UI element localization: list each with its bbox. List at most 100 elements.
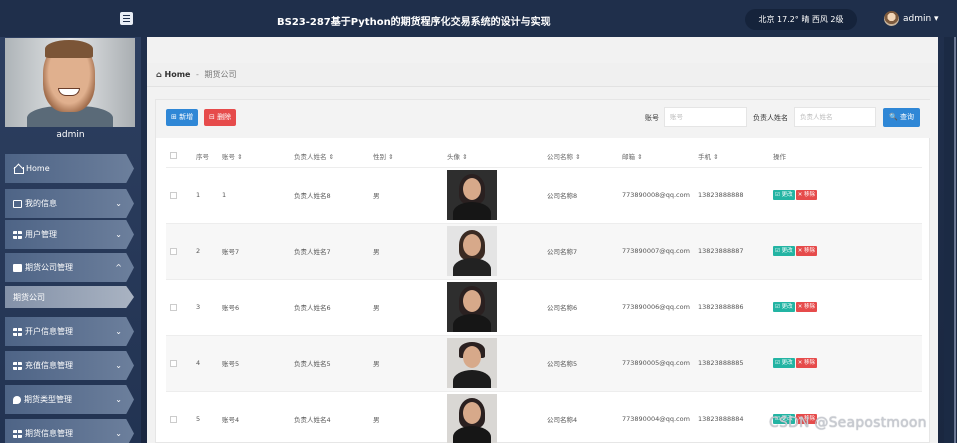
sidebar-subitem-futures-company[interactable]: 期货公司: [5, 286, 134, 308]
sidebar-item-home[interactable]: Home: [5, 154, 134, 183]
row-checkbox[interactable]: [166, 223, 192, 280]
edit-button[interactable]: ☑ 更改: [773, 190, 795, 200]
cell-company: 公司名称6: [543, 279, 618, 336]
home-icon: [13, 164, 24, 174]
cell-email: 773890004@qq.com: [618, 391, 694, 443]
column-header[interactable]: 手机 ⇕: [694, 145, 769, 168]
column-header[interactable]: 账号 ⇕: [218, 145, 290, 168]
avatar: [447, 170, 497, 220]
cell-manager: 负责人姓名7: [290, 223, 369, 280]
breadcrumb: ⌂ Home - 期货公司: [147, 63, 938, 87]
remove-button[interactable]: ✕ 移除: [795, 302, 818, 312]
row-checkbox[interactable]: [166, 279, 192, 336]
cell-avatar: [443, 223, 543, 280]
remove-button[interactable]: ✕ 移除: [795, 190, 818, 200]
sidebar-item-futures-info[interactable]: 期货信息管理 ⌄: [5, 419, 134, 443]
cell-gender: 男: [369, 391, 443, 443]
column-header[interactable]: 头像 ⇕: [443, 145, 543, 168]
chevron-down-icon: ⌄: [115, 395, 122, 404]
scrollbar[interactable]: [944, 37, 957, 443]
sidebar: admin Home 我的信息 ⌄ 用户管理 ⌄ 期货公司管理 ^ 期货公司 开…: [0, 37, 141, 443]
menu-toggle-icon[interactable]: [120, 12, 133, 25]
table-row: 4 账号5 负责人姓名5 男 公司名称5 773890005@qq.com 13…: [166, 335, 922, 392]
edit-button[interactable]: ☑ 更改: [773, 246, 795, 256]
delete-button[interactable]: ⊟ 删除: [204, 109, 237, 126]
table-row: 3 账号6 负责人姓名6 男 公司名称6 773890006@qq.com 13…: [166, 279, 922, 336]
app-title: BS23-287基于Python的期货程序化交易系统的设计与实现: [277, 17, 551, 28]
chevron-down-icon: ⌄: [115, 230, 122, 239]
cell-phone: 13823888884: [694, 391, 769, 443]
manager-search-input[interactable]: 负责人姓名: [794, 107, 876, 127]
sidebar-item-my-info[interactable]: 我的信息 ⌄: [5, 189, 134, 218]
cell-avatar: [443, 167, 543, 224]
sidebar-item-recharge[interactable]: 充值信息管理 ⌄: [5, 351, 134, 380]
edit-button[interactable]: ☑ 更改: [773, 358, 795, 368]
cell-company: 公司名称4: [543, 391, 618, 443]
cell-phone: 13823888886: [694, 279, 769, 336]
row-checkbox[interactable]: [166, 391, 192, 443]
cell-actions: ☑ 更改 ✕ 移除: [769, 279, 922, 336]
remove-button[interactable]: ✕ 移除: [795, 246, 818, 256]
grid-icon: [13, 327, 22, 336]
toolbar: ⊞ 新增 ⊟ 删除 账号 账号 负责人姓名 负责人姓名 🔍 查询: [156, 100, 931, 138]
cell-manager: 负责人姓名5: [290, 335, 369, 392]
cell-phone: 13823888885: [694, 335, 769, 392]
cell-no: 2: [192, 223, 218, 280]
sidebar-item-futures-company-mgmt[interactable]: 期货公司管理 ^: [5, 253, 134, 282]
select-all-checkbox[interactable]: [166, 145, 192, 168]
sidebar-item-label: 期货公司: [13, 292, 45, 302]
sidebar-item-label: 用户管理: [25, 230, 57, 239]
cell-avatar: [443, 335, 543, 392]
cell-manager: 负责人姓名8: [290, 167, 369, 224]
main-content: ⌂ Home - 期货公司 ⊞ 新增 ⊟ 删除 账号 账号 负责人姓名 负责人姓…: [147, 37, 938, 443]
cell-account: 账号4: [218, 391, 290, 443]
table-row: 1 1 负责人姓名8 男 公司名称8 773890008@qq.com 1382…: [166, 167, 922, 224]
cell-company: 公司名称8: [543, 167, 618, 224]
search-button[interactable]: 🔍 查询: [883, 108, 920, 127]
cell-manager: 负责人姓名6: [290, 279, 369, 336]
cell-email: 773890007@qq.com: [618, 223, 694, 280]
manager-label: 负责人姓名: [753, 114, 788, 122]
sidebar-item-label: 我的信息: [25, 199, 57, 208]
row-checkbox[interactable]: [166, 167, 192, 224]
table-icon: [13, 429, 22, 438]
row-checkbox[interactable]: [166, 335, 192, 392]
cell-manager: 负责人姓名4: [290, 391, 369, 443]
sidebar-item-users[interactable]: 用户管理 ⌄: [5, 220, 134, 249]
cell-account: 账号7: [218, 223, 290, 280]
chevron-down-icon: ⌄: [115, 429, 122, 438]
user-menu[interactable]: admin ▾: [884, 11, 939, 26]
breadcrumb-home[interactable]: ⌂ Home: [156, 70, 190, 79]
user-photo: [5, 38, 135, 127]
grid-icon: [13, 361, 22, 370]
add-button[interactable]: ⊞ 新增: [166, 109, 199, 126]
sidebar-item-label: Home: [26, 164, 50, 173]
data-panel: ⊞ 新增 ⊟ 删除 账号 账号 负责人姓名 负责人姓名 🔍 查询 序号 账号 ⇕…: [155, 99, 931, 443]
column-header[interactable]: 负责人姓名 ⇕: [290, 145, 369, 168]
sidebar-item-label: 开户信息管理: [25, 327, 73, 336]
remove-button[interactable]: ✕ 移除: [795, 358, 818, 368]
column-header: 序号: [192, 145, 218, 168]
column-header[interactable]: 性别 ⇕: [369, 145, 443, 168]
sidebar-item-account-opening[interactable]: 开户信息管理 ⌄: [5, 317, 134, 346]
table-row: 2 账号7 负责人姓名7 男 公司名称7 773890007@qq.com 13…: [166, 223, 922, 280]
account-search-input[interactable]: 账号: [664, 107, 747, 127]
sidebar-item-label: 期货信息管理: [25, 429, 73, 438]
cell-actions: ☑ 更改 ✕ 移除: [769, 167, 922, 224]
chevron-down-icon: ⌄: [115, 361, 122, 370]
cell-account: 1: [218, 167, 290, 224]
sidebar-item-label: 期货类型管理: [24, 395, 72, 404]
column-header[interactable]: 公司名称 ⇕: [543, 145, 618, 168]
user-menu-label: admin ▾: [903, 13, 939, 24]
column-header[interactable]: 邮箱 ⇕: [618, 145, 694, 168]
cell-no: 5: [192, 391, 218, 443]
account-label: 账号: [645, 114, 659, 122]
sidebar-item-futures-type[interactable]: 期货类型管理 ⌄: [5, 385, 134, 414]
cell-actions: ☑ 更改 ✕ 移除: [769, 335, 922, 392]
cell-email: 773890005@qq.com: [618, 335, 694, 392]
edit-button[interactable]: ☑ 更改: [773, 302, 795, 312]
chart-icon: [13, 263, 22, 272]
cell-company: 公司名称7: [543, 223, 618, 280]
cell-actions: ☑ 更改 ✕ 移除: [769, 223, 922, 280]
data-table: 序号 账号 ⇕ 负责人姓名 ⇕ 性别 ⇕ 头像 ⇕ 公司名称 ⇕ 邮箱 ⇕ 手机…: [166, 145, 922, 443]
